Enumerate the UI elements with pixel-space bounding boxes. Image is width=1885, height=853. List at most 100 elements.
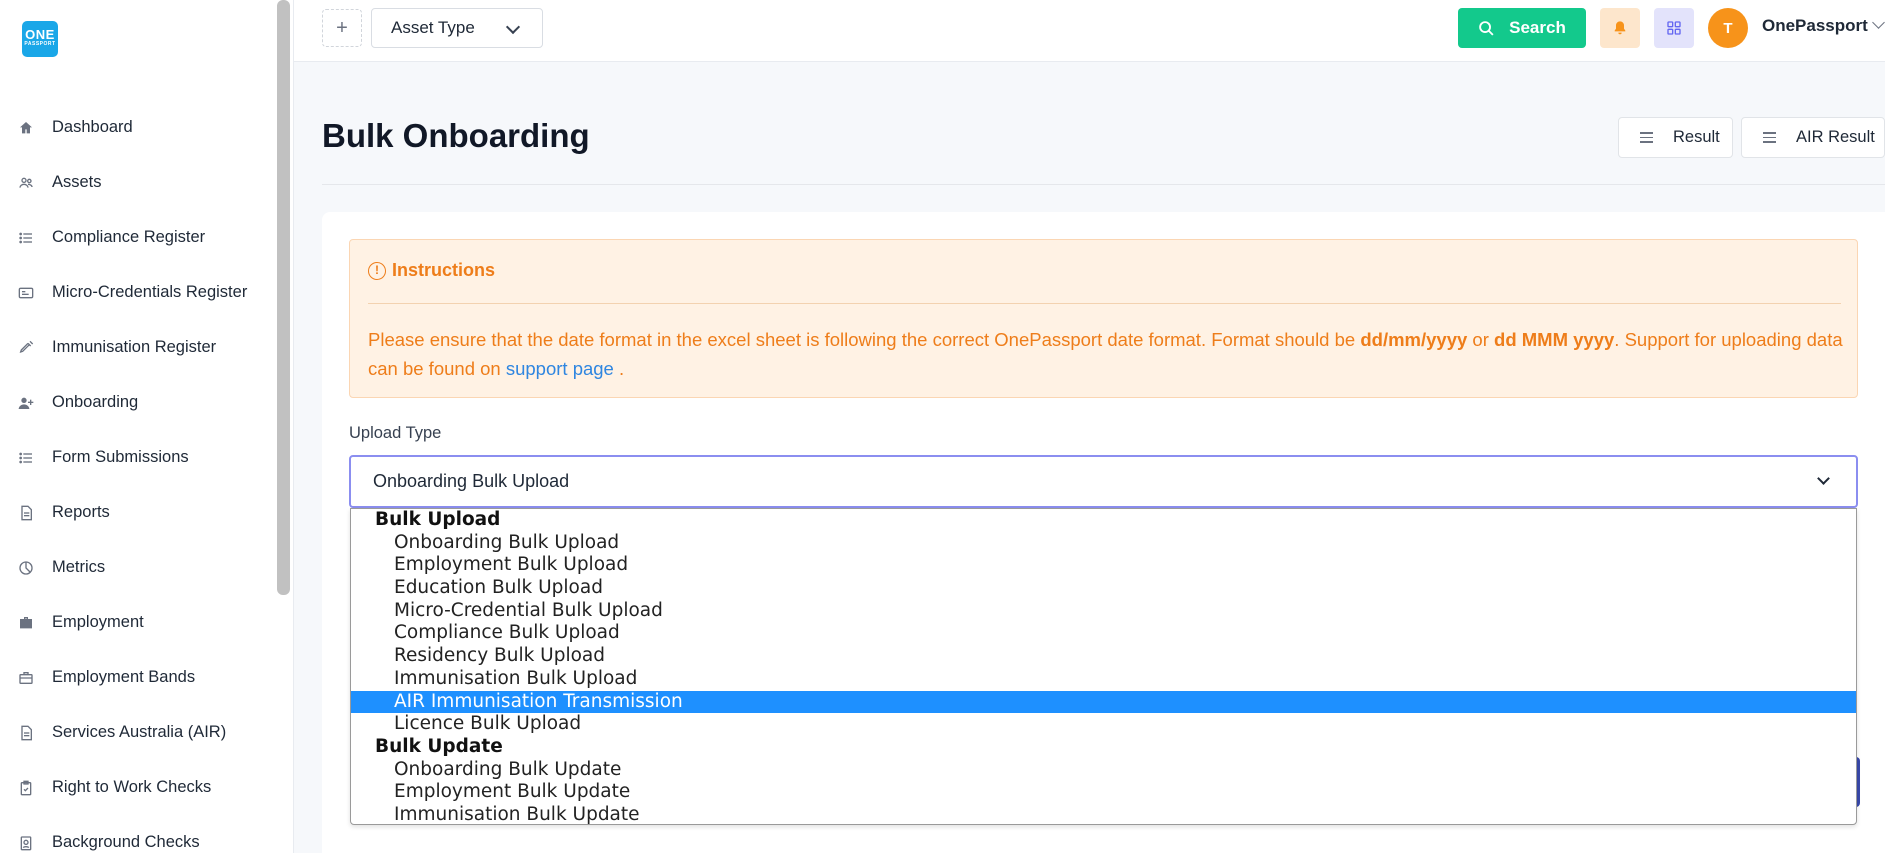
dropdown-option[interactable]: Onboarding Bulk Update (351, 759, 1856, 782)
sidebar-item-assets[interactable]: Assets (0, 155, 275, 210)
sidebar-item-metrics[interactable]: Metrics (0, 540, 275, 595)
sidebar-item-form-submissions[interactable]: Form Submissions (0, 430, 275, 485)
asset-type-label: Asset Type (391, 18, 475, 37)
sidebar-item-immunisation-register[interactable]: Immunisation Register (0, 320, 275, 375)
dropdown-option[interactable]: AIR Immunisation Transmission (351, 690, 1856, 714)
air-result-button[interactable]: AIR Result (1741, 117, 1885, 158)
sidebar-item-compliance-register[interactable]: Compliance Register (0, 210, 275, 265)
notifications-button[interactable] (1600, 8, 1640, 48)
upload-type-label: Upload Type (349, 424, 442, 442)
sidebar-item-label: Compliance Register (52, 228, 206, 246)
instr-text-1: Please ensure that the date format in th… (368, 329, 1361, 350)
page-title: Bulk Onboarding (322, 117, 590, 154)
briefcase-outline-icon (18, 670, 34, 686)
asset-type-select[interactable]: Asset Type (371, 8, 543, 48)
sidebar-item-label: Onboarding (52, 393, 139, 411)
sidebar-item-label: Reports (52, 503, 110, 521)
sidebar-item-label: Assets (52, 173, 102, 191)
result-label: Result (1673, 128, 1720, 146)
dropdown-option[interactable]: Education Bulk Upload (351, 577, 1856, 600)
dropdown-option[interactable]: Immunisation Bulk Update (351, 804, 1856, 824)
clipboard-check-icon (18, 780, 34, 796)
onepassport-logo[interactable]: ONE PASSPORT (22, 21, 58, 57)
support-page-link[interactable]: support page (506, 358, 614, 379)
syringe-icon (18, 340, 34, 356)
menu-icon (1640, 132, 1653, 143)
sidebar-item-label: Employment Bands (52, 668, 196, 686)
instr-text-or: or (1467, 329, 1495, 350)
sidebar-item-label: Micro-Credentials Register (52, 283, 248, 301)
sidebar-item-label: Form Submissions (52, 448, 189, 466)
pie-chart-icon (18, 560, 34, 576)
bell-icon (1614, 21, 1626, 35)
dropdown-option[interactable]: Licence Bulk Upload (351, 713, 1856, 736)
dropdown-option[interactable]: Employment Bulk Upload (351, 554, 1856, 577)
air-result-label: AIR Result (1796, 128, 1875, 146)
instr-text-end: . (613, 358, 625, 379)
sidebar-scrollbar[interactable] (277, 0, 290, 595)
chevron-down-icon[interactable] (1872, 16, 1885, 29)
result-button[interactable]: Result (1618, 117, 1733, 158)
upload-type-value: Onboarding Bulk Upload (373, 471, 570, 491)
dropdown-option[interactable]: Employment Bulk Update (351, 781, 1856, 804)
chevron-down-icon (1817, 472, 1830, 485)
avatar[interactable]: T (1708, 8, 1748, 48)
search-label: Search (1509, 18, 1566, 37)
sidebar-item-label: Background Checks (52, 833, 200, 851)
instructions-panel: ! Instructions Please ensure that the da… (349, 239, 1858, 398)
info-icon: ! (368, 261, 386, 280)
sidebar-nav: Dashboard Assets Compliance Register Micro-… (0, 100, 275, 853)
sidebar-item-label: Immunisation Register (52, 338, 217, 356)
sidebar-item-label: Metrics (52, 558, 106, 576)
sidebar-item-label: Employment (52, 613, 144, 631)
sidebar-item-right-to-work-checks[interactable]: Right to Work Checks (0, 760, 275, 815)
list-icon (18, 450, 34, 466)
sidebar-item-micro-credentials-register[interactable]: Micro-Credentials Register (0, 265, 275, 320)
instructions-divider (368, 303, 1841, 304)
upload-type-select[interactable]: Onboarding Bulk Upload (349, 455, 1858, 508)
date-format-2: dd MMM yyyy (1494, 329, 1615, 350)
search-icon (1479, 20, 1494, 36)
instructions-text: Please ensure that the date format in th… (368, 325, 1848, 383)
option-group-label: Bulk Upload (375, 509, 501, 530)
sidebar-item-dashboard[interactable]: Dashboard (0, 100, 275, 155)
briefcase-icon (18, 615, 34, 631)
topbar: + Asset Type Search T OnePassport (294, 0, 1885, 62)
chevron-down-icon (505, 19, 521, 35)
add-button[interactable]: + (322, 9, 362, 47)
date-format-1: dd/mm/yyyy (1360, 329, 1468, 350)
sidebar-item-onboarding[interactable]: Onboarding (0, 375, 275, 430)
document-icon (18, 505, 34, 521)
sidebar-item-employment[interactable]: Employment (0, 595, 275, 650)
menu-icon (1763, 132, 1776, 143)
instructions-title: ! Instructions (368, 260, 495, 281)
home-icon (18, 120, 34, 136)
user-name[interactable]: OnePassport (1762, 16, 1868, 36)
grid-icon (1667, 21, 1681, 35)
sidebar-item-label: Right to Work Checks (52, 778, 212, 796)
id-card-icon (18, 285, 34, 301)
option-group-label: Bulk Update (375, 735, 503, 757)
sidebar-item-employment-bands[interactable]: Employment Bands (0, 650, 275, 705)
dropdown-option[interactable]: Residency Bulk Upload (351, 645, 1856, 668)
upload-type-dropdown[interactable]: Bulk Upload Onboarding Bulk Upload Employm… (350, 508, 1857, 825)
sidebar-item-services-australia-air[interactable]: Services Australia (AIR) (0, 705, 275, 760)
apps-button[interactable] (1654, 8, 1694, 48)
search-button[interactable]: Search (1458, 8, 1586, 48)
badge-icon (18, 835, 34, 851)
dropdown-option[interactable]: Immunisation Bulk Upload (351, 668, 1856, 691)
header-divider (322, 184, 1885, 185)
dropdown-option[interactable]: Micro-Credential Bulk Upload (351, 600, 1856, 623)
dropdown-option[interactable]: Compliance Bulk Upload (351, 622, 1856, 645)
sidebar-item-background-checks[interactable]: Background Checks (0, 815, 275, 853)
dropdown-option[interactable]: Onboarding Bulk Upload (351, 532, 1856, 555)
list-icon (18, 230, 34, 246)
sidebar-item-reports[interactable]: Reports (0, 485, 275, 540)
sidebar-item-label: Services Australia (AIR) (52, 723, 227, 741)
user-plus-icon (18, 395, 34, 411)
sidebar: ONE PASSPORT Dashboard Assets Compliance R… (0, 0, 294, 853)
document-icon (18, 725, 34, 741)
instructions-title-text: Instructions (392, 260, 496, 280)
sidebar-item-label: Dashboard (52, 118, 133, 136)
users-icon (18, 175, 34, 191)
